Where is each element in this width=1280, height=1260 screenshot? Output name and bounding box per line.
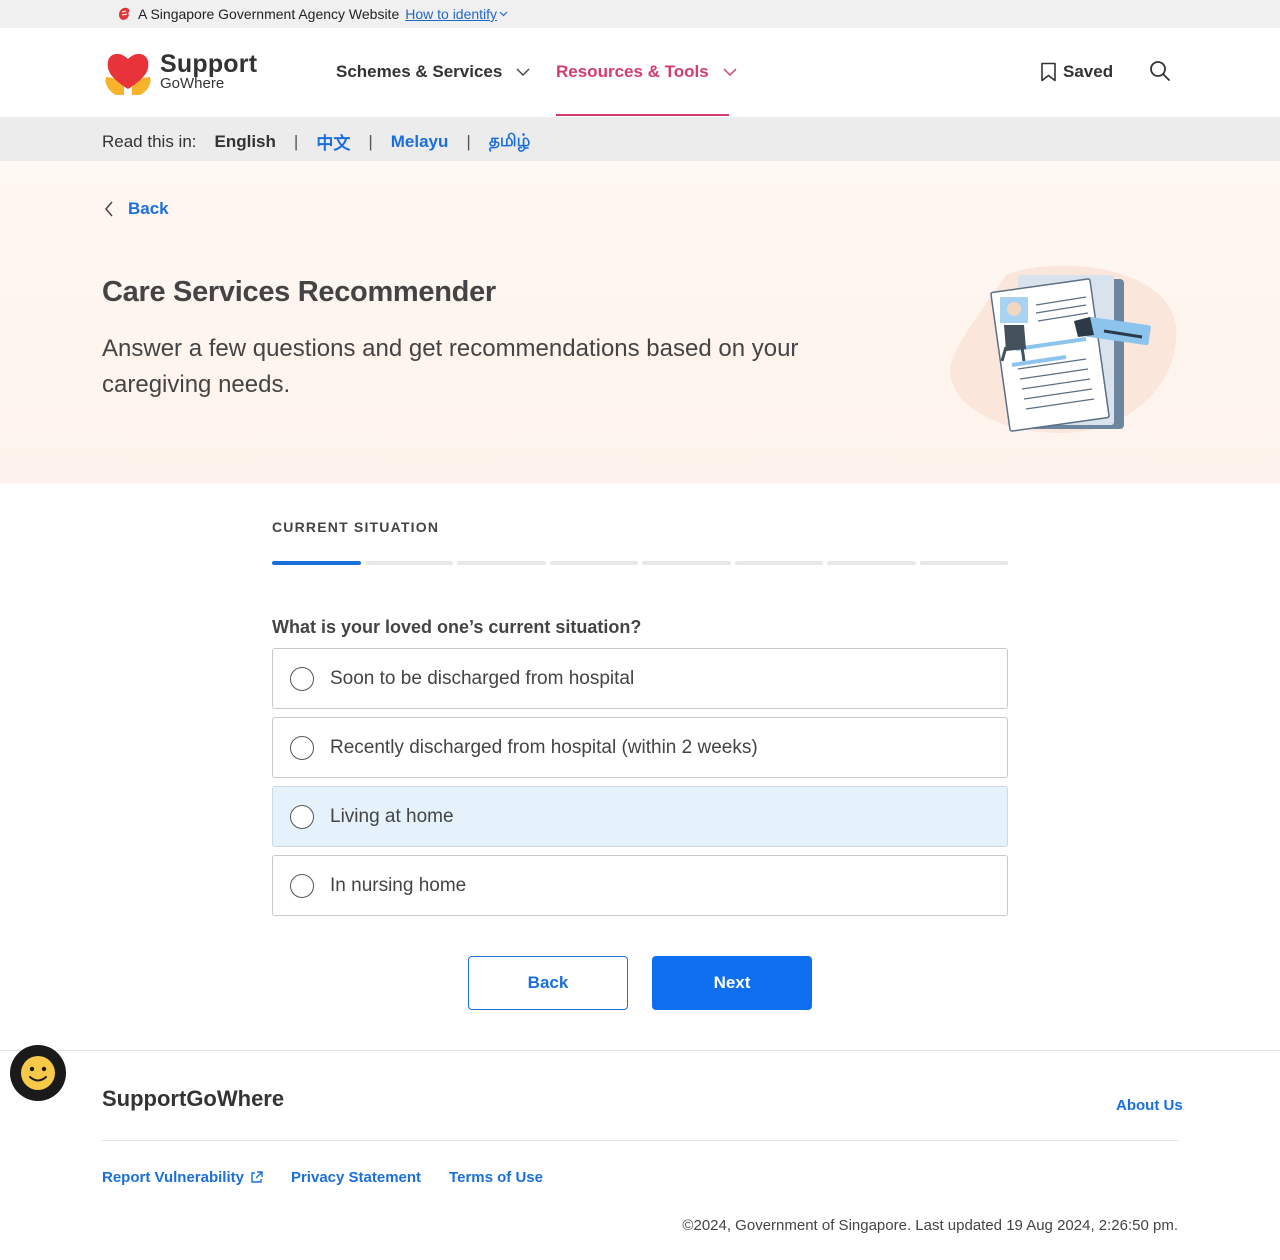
terms-of-use-link[interactable]: Terms of Use — [449, 1169, 543, 1186]
footer-divider — [102, 1140, 1178, 1141]
external-link-icon — [251, 1171, 263, 1183]
site-header: Support GoWhere Schemes & Services Resou… — [0, 28, 1280, 117]
chevron-down-icon — [723, 68, 737, 76]
language-separator: | — [466, 131, 471, 151]
language-chinese[interactable]: 中文 — [316, 129, 350, 154]
progress-segment — [919, 561, 1008, 565]
option-nursing-home[interactable]: In nursing home — [272, 855, 1008, 916]
back-button[interactable]: Back — [468, 956, 628, 1010]
progress-segment — [457, 561, 546, 565]
radio-button[interactable] — [290, 666, 314, 691]
footer-divider — [0, 1050, 1280, 1051]
back-link[interactable]: Back — [104, 199, 169, 219]
privacy-statement-link[interactable]: Privacy Statement — [291, 1169, 421, 1186]
document-illustration — [950, 265, 1177, 434]
chevron-down-icon — [516, 68, 530, 76]
language-separator: | — [368, 131, 373, 151]
page-subtitle: Answer a few questions and get recommend… — [102, 335, 799, 398]
report-vulnerability-link[interactable]: Report Vulnerability — [102, 1169, 263, 1186]
saved-button[interactable]: Saved — [1040, 62, 1113, 82]
chevron-down-icon — [499, 11, 508, 17]
step-progress-bar — [272, 561, 1008, 565]
search-button[interactable] — [1149, 60, 1171, 87]
option-soon-discharged[interactable]: Soon to be discharged from hospital — [272, 648, 1008, 709]
progress-segment — [642, 561, 731, 565]
search-icon — [1150, 61, 1170, 81]
about-us-link[interactable]: About Us — [1116, 1097, 1183, 1114]
step-label: CURRENT SITUATION — [272, 519, 440, 535]
feedback-button[interactable] — [10, 1045, 66, 1101]
progress-segment — [549, 561, 638, 565]
progress-segment — [364, 561, 453, 565]
progress-segment — [827, 561, 916, 565]
smiley-icon — [21, 1056, 55, 1090]
nav-resources-tools[interactable]: Resources & Tools — [556, 62, 737, 82]
logo-word-gowhere: GoWhere — [160, 75, 225, 92]
radio-button[interactable] — [290, 804, 314, 829]
progress-segment — [272, 561, 361, 565]
active-nav-indicator — [556, 114, 729, 116]
language-separator: | — [293, 131, 299, 151]
option-recently-discharged[interactable]: Recently discharged from hospital (withi… — [272, 717, 1008, 778]
logo-word-support: Support — [160, 50, 258, 78]
copyright-text: ©2024, Government of Singapore. Last upd… — [682, 1217, 1178, 1234]
heart-hands-logo-icon — [105, 53, 151, 95]
question-text: What is your loved one’s current situati… — [272, 617, 642, 637]
gov-masthead: A Singapore Government Agency Website Ho… — [0, 0, 1280, 28]
radio-button[interactable] — [290, 735, 314, 760]
hero-banner: Back Care Services Recommender Answer a … — [0, 161, 1280, 483]
radio-button[interactable] — [290, 873, 314, 898]
footer-links: Report Vulnerability Privacy Statement T… — [102, 1169, 543, 1186]
masthead-text: A Singapore Government Agency Website — [138, 6, 400, 22]
language-tamil[interactable]: தமிழ் — [489, 131, 531, 153]
next-button[interactable]: Next — [652, 956, 812, 1010]
footer-brand: SupportGoWhere — [102, 1086, 285, 1111]
answer-options: Soon to be discharged from hospital Rece… — [272, 648, 1008, 924]
site-logo[interactable]: Support GoWhere — [102, 47, 257, 97]
chevron-left-icon — [105, 201, 113, 217]
language-label: Read this in: — [102, 131, 197, 151]
how-to-identify-link[interactable]: How to identify — [405, 6, 508, 22]
page-title: Care Services Recommender — [102, 276, 496, 308]
language-bar: Read this in: English | 中文 | Melayu | தம… — [0, 117, 1280, 161]
nav-schemes-services[interactable]: Schemes & Services — [336, 62, 530, 82]
bookmark-icon — [1041, 62, 1056, 82]
progress-segment — [734, 561, 823, 565]
option-living-at-home[interactable]: Living at home — [272, 786, 1008, 847]
language-english[interactable]: English — [215, 132, 276, 152]
language-malay[interactable]: Melayu — [391, 132, 449, 152]
lion-head-icon — [119, 7, 130, 20]
